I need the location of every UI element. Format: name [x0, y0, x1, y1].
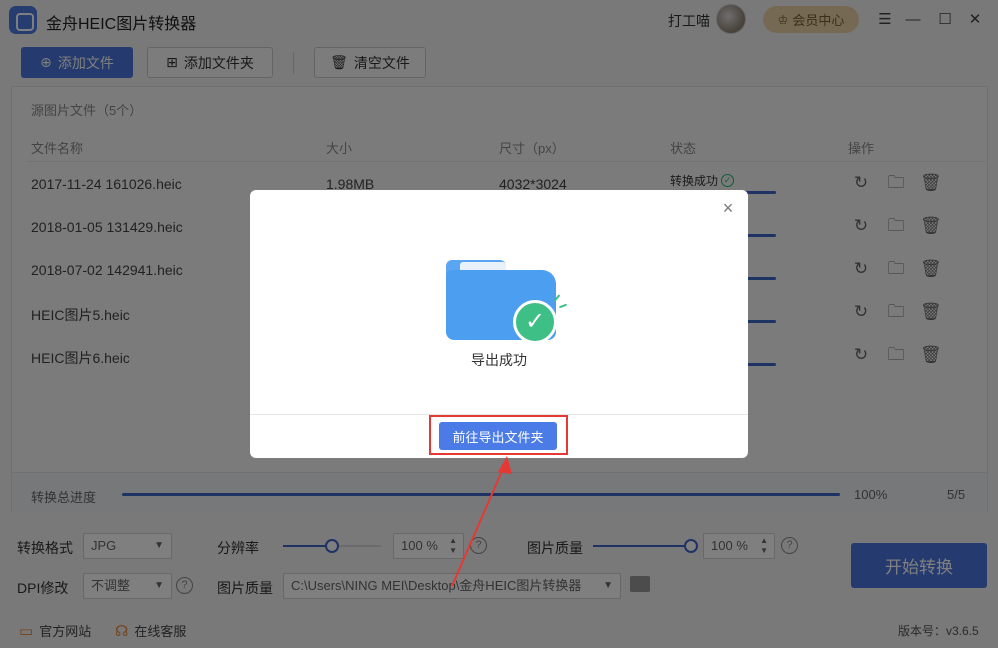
close-icon[interactable]: ×: [720, 199, 736, 217]
success-check-icon: ✓: [513, 300, 557, 344]
sparkle-icon: [558, 303, 568, 309]
annotation-highlight-box: [429, 415, 568, 455]
export-success-message: 导出成功: [471, 352, 527, 368]
